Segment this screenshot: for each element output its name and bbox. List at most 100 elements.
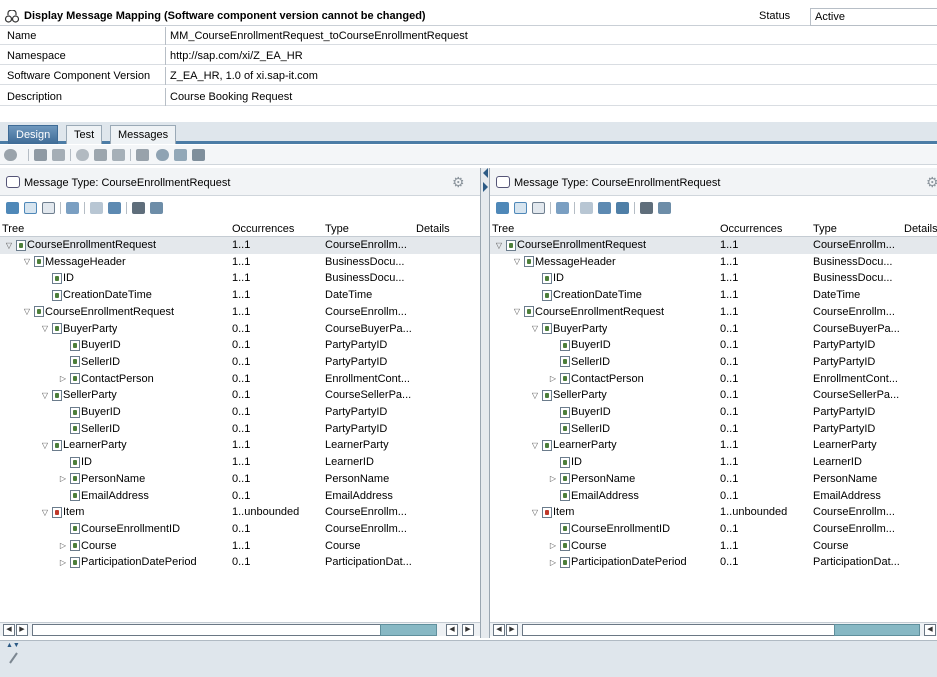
tree-row[interactable]: ▽ Item 1..unbounded CourseEnrollm... — [490, 504, 937, 521]
tree-node[interactable]: SellerID — [548, 356, 610, 368]
tree-row[interactable]: CreationDateTime 1..1 DateTime — [0, 287, 480, 304]
tree-node[interactable]: CourseEnrollmentID — [58, 523, 180, 535]
tree-row[interactable]: ▽ CourseEnrollmentRequest 1..1 CourseEnroll… — [490, 304, 937, 321]
tree-node[interactable]: CreationDateTime — [40, 289, 152, 301]
tree-row[interactable]: SellerID 0..1 PartyPartyID — [0, 354, 480, 371]
src-view-icon[interactable] — [532, 202, 545, 214]
tree-row[interactable]: ID 1..1 LearnerID — [490, 454, 937, 471]
col-occurrences[interactable]: Occurrences — [232, 223, 294, 235]
tree-node[interactable]: EmailAddress — [58, 490, 149, 502]
pencil-icon[interactable] — [8, 652, 18, 664]
overview-icon[interactable] — [192, 149, 205, 161]
tree-node[interactable]: ▽ Item — [530, 506, 574, 518]
tree-node[interactable]: ID — [530, 272, 564, 284]
tree-node[interactable]: BuyerID — [548, 339, 611, 351]
col-type[interactable]: Type — [813, 223, 837, 235]
gear-dropdown-icon[interactable] — [4, 149, 17, 161]
scroll-left-icon[interactable]: ◀ — [446, 624, 458, 636]
tree-row[interactable]: EmailAddress 0..1 EmailAddress — [0, 488, 480, 505]
field-filter-icon[interactable] — [90, 202, 103, 214]
tree-row[interactable]: ▽ MessageHeader 1..1 BusinessDocu... — [0, 254, 480, 271]
col-details[interactable]: Details — [416, 223, 450, 235]
tree-node[interactable]: BuyerID — [58, 406, 121, 418]
collapse-icon[interactable]: ▽ — [494, 241, 504, 250]
find-icon[interactable] — [640, 202, 653, 214]
scroll-right-icon[interactable]: ▶ — [506, 624, 518, 636]
tree-row[interactable]: ▷ PersonName 0..1 PersonName — [490, 471, 937, 488]
description-field[interactable]: Course Booking Request — [165, 88, 937, 106]
col-tree[interactable]: Tree — [492, 223, 514, 235]
collapse-icon[interactable]: ▽ — [530, 324, 540, 333]
tree-row[interactable]: ▽ LearnerParty 1..1 LearnerParty — [0, 437, 480, 454]
collapse-icon[interactable]: ▽ — [40, 508, 50, 517]
tree-row[interactable]: ID 1..1 BusinessDocu... — [0, 270, 480, 287]
tree-row[interactable]: ▷ PersonName 0..1 PersonName — [0, 471, 480, 488]
table-icon[interactable] — [112, 149, 125, 161]
tree-node[interactable]: ▷ Course — [58, 540, 117, 552]
tree-node[interactable]: ▽ LearnerParty — [530, 439, 617, 451]
tree-row[interactable]: ID 1..1 BusinessDocu... — [490, 270, 937, 287]
pane-divider[interactable] — [481, 168, 489, 638]
tree-node[interactable]: ▽ CourseEnrollmentRequest — [4, 239, 156, 251]
col-details[interactable]: Details — [904, 223, 937, 235]
tree-row[interactable]: CreationDateTime 1..1 DateTime — [490, 287, 937, 304]
tree-row[interactable]: SellerID 0..1 PartyPartyID — [0, 421, 480, 438]
tree-row[interactable]: ▽ SellerParty 0..1 CourseSellerPa... — [0, 387, 480, 404]
scroll-left-icon[interactable]: ◀ — [924, 624, 936, 636]
scroll-right-icon[interactable]: ▶ — [16, 624, 28, 636]
collapse-icon[interactable]: ▽ — [530, 391, 540, 400]
name-field[interactable]: MM_CourseEnrollmentRequest_toCourseEnrol… — [165, 27, 937, 45]
tree-node[interactable]: ▽ BuyerParty — [530, 323, 608, 335]
tree-node[interactable]: ▷ Course — [548, 540, 607, 552]
tree-row[interactable]: ▽ CourseEnrollmentRequest 1..1 CourseEnroll… — [0, 237, 480, 254]
tree-node[interactable]: ▽ MessageHeader — [22, 256, 126, 268]
record-icon[interactable] — [76, 149, 89, 161]
gear-icon[interactable]: ⚙ — [926, 174, 937, 191]
scroll-left-icon[interactable]: ◀ — [493, 624, 505, 636]
tree-row[interactable]: EmailAddress 0..1 EmailAddress — [490, 488, 937, 505]
tree-node[interactable]: ▷ ParticipationDatePeriod — [58, 556, 197, 568]
tree-node[interactable]: ▽ SellerParty — [40, 389, 117, 401]
tab-test[interactable]: Test — [66, 125, 103, 144]
tree-node[interactable]: ▷ PersonName — [58, 473, 145, 485]
tree-node[interactable]: ▽ CourseEnrollmentRequest — [22, 306, 174, 318]
scroll-thumb[interactable] — [380, 624, 437, 636]
grid-icon[interactable] — [34, 149, 47, 161]
scroll-right-icon[interactable]: ▶ — [462, 624, 474, 636]
expand-icon[interactable]: ▷ — [58, 474, 68, 483]
tree-row[interactable]: ID 1..1 LearnerID — [0, 454, 480, 471]
hierarchy-filter-icon[interactable] — [108, 202, 121, 214]
tab-messages[interactable]: Messages — [110, 125, 177, 144]
tree-row[interactable]: ▽ MessageHeader 1..1 BusinessDocu... — [490, 254, 937, 271]
collapse-icon[interactable]: ▽ — [4, 241, 14, 250]
delete-icon[interactable] — [52, 149, 65, 161]
collapse-icon[interactable]: ▽ — [40, 391, 50, 400]
collapse-icon[interactable]: ▽ — [22, 257, 32, 266]
tree-row[interactable]: ▷ Course 1..1 Course — [0, 538, 480, 555]
tree-row[interactable]: SellerID 0..1 PartyPartyID — [490, 354, 937, 371]
gear-icon[interactable]: ⚙ — [452, 174, 465, 191]
tree-node[interactable]: ▽ Item — [40, 506, 84, 518]
tree-row[interactable]: ▽ CourseEnrollmentRequest 1..1 CourseEnroll… — [490, 237, 937, 254]
grid-view-icon[interactable] — [514, 202, 527, 214]
copy-icon[interactable] — [174, 149, 187, 161]
collapse-icon[interactable]: ▽ — [530, 441, 540, 450]
tree-view-icon[interactable] — [6, 202, 19, 214]
tree-node[interactable]: EmailAddress — [548, 490, 639, 502]
tree-node[interactable]: ▽ SellerParty — [530, 389, 607, 401]
tree-node[interactable]: SellerID — [548, 423, 610, 435]
tree-row[interactable]: ▷ ContactPerson 0..1 EnrollmentCont... — [0, 371, 480, 388]
tree-row[interactable]: ▽ Item 1..unbounded CourseEnrollm... — [0, 504, 480, 521]
tree-node[interactable]: ▽ LearnerParty — [40, 439, 127, 451]
tree-row[interactable]: BuyerID 0..1 PartyPartyID — [490, 404, 937, 421]
layout-dropdown-icon[interactable] — [136, 149, 149, 161]
collapse-right-icon[interactable] — [483, 182, 488, 192]
expand-icon[interactable]: ▷ — [58, 374, 68, 383]
tree-row[interactable]: ▽ BuyerParty 0..1 CourseBuyerPa... — [490, 321, 937, 338]
tree-node[interactable]: ▽ CourseEnrollmentRequest — [512, 306, 664, 318]
tree-row[interactable]: BuyerID 0..1 PartyPartyID — [490, 337, 937, 354]
tree-node[interactable]: ▽ CourseEnrollmentRequest — [494, 239, 646, 251]
tree-row[interactable]: BuyerID 0..1 PartyPartyID — [0, 404, 480, 421]
filter-icon[interactable] — [556, 202, 569, 214]
collapse-icon[interactable]: ▽ — [512, 307, 522, 316]
